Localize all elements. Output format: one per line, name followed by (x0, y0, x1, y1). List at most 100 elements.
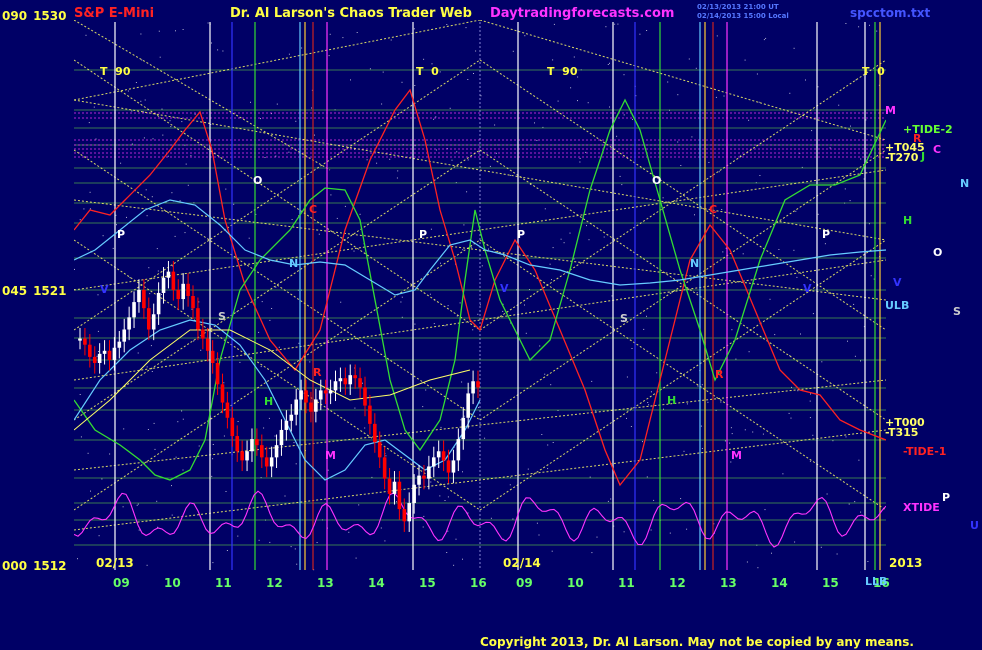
star-dot (129, 277, 131, 279)
star-dot (258, 539, 260, 541)
price-bar-body (220, 384, 225, 403)
star-dot (853, 303, 855, 305)
star-dot (619, 175, 621, 177)
price-bar-body (215, 362, 220, 385)
star-dot (489, 165, 491, 167)
price-bar-body (260, 445, 264, 458)
star-dot (626, 376, 628, 378)
star-dot (288, 151, 290, 153)
star-dot (695, 67, 697, 69)
star-dot (237, 535, 239, 537)
in-chart-label: O (652, 174, 661, 187)
star-dot (653, 499, 655, 501)
star-dot (233, 203, 235, 205)
star-dot (796, 276, 798, 278)
in-chart-label: H (667, 394, 676, 407)
star-dot (340, 301, 342, 303)
star-dot (430, 228, 432, 230)
star-dot (449, 107, 451, 109)
star-dot (495, 152, 497, 154)
star-dot (774, 334, 776, 336)
star-dot (723, 95, 725, 97)
star-dot (284, 495, 286, 497)
star-dot (153, 422, 155, 424)
star-dot (369, 68, 371, 70)
star-dot (269, 319, 271, 321)
star-dot (207, 22, 209, 24)
star-dot (707, 401, 709, 403)
star-dot (296, 563, 298, 565)
price-bar-body (250, 439, 254, 452)
star-dot (89, 191, 91, 193)
star-dot (845, 23, 847, 24)
star-dot (771, 552, 772, 554)
star-dot (812, 313, 814, 315)
star-dot (126, 216, 127, 218)
star-dot (524, 35, 526, 37)
star-dot (98, 535, 100, 537)
star-dot (701, 384, 703, 386)
price-bar-body (186, 283, 190, 296)
star-dot (579, 161, 581, 163)
price-bar-body (318, 390, 323, 400)
price-bar-body (201, 329, 205, 339)
star-dot (623, 74, 625, 76)
star-dot (151, 196, 153, 198)
timestamp-utc: 02/13/2013 21:00 UT (697, 3, 779, 11)
star-dot (146, 215, 148, 217)
hour-label: 11 (215, 576, 232, 590)
star-dot (171, 192, 173, 194)
star-dot (116, 224, 117, 226)
star-dot (447, 530, 449, 532)
star-dot (836, 553, 838, 555)
price-bar-body (245, 451, 249, 461)
top-marker-label: T 0 (862, 65, 885, 78)
star-dot (264, 157, 266, 158)
star-dot (694, 214, 695, 216)
star-dot (463, 224, 465, 226)
hour-label: 13 (720, 576, 737, 590)
star-dot (400, 301, 402, 303)
star-dot (422, 526, 424, 528)
star-dot (577, 100, 578, 102)
star-dot (109, 453, 111, 455)
date-label-day2: 02/14 (503, 556, 541, 570)
star-dot (462, 471, 463, 473)
star-dot (328, 55, 330, 57)
price-bar-body (255, 439, 259, 446)
star-dot (470, 246, 472, 248)
star-dot (596, 536, 598, 538)
price-bar-body (294, 399, 298, 415)
star-dot (527, 468, 529, 470)
hour-label: 14 (771, 576, 788, 590)
price-bar-body (83, 338, 87, 345)
star-dot (588, 239, 590, 241)
star-dot (763, 39, 765, 41)
star-dot (135, 82, 137, 83)
star-dot (138, 529, 140, 531)
price-bar-body (146, 308, 151, 330)
star-dot (800, 333, 801, 335)
price-bar-body (456, 439, 461, 461)
star-dot (174, 235, 176, 237)
in-chart-label: S (218, 310, 226, 323)
star-dot (433, 323, 435, 325)
star-dot (539, 345, 541, 347)
star-dot (212, 458, 214, 460)
star-dot (735, 358, 737, 360)
star-dot (198, 301, 200, 303)
star-dot (759, 175, 761, 176)
in-chart-label: P (117, 228, 125, 241)
star-dot (146, 564, 148, 566)
star-dot (669, 532, 671, 534)
star-dot (444, 325, 446, 327)
star-dot (748, 351, 750, 353)
star-dot (849, 200, 851, 202)
star-dot (301, 47, 303, 49)
y-label-bottom: 000 1512 (2, 559, 66, 573)
star-dot (609, 106, 610, 108)
star-dot (141, 59, 143, 61)
star-dot (869, 24, 870, 26)
star-dot (466, 191, 468, 193)
copyright-notice: Copyright 2013, Dr. Al Larson. May not b… (480, 635, 914, 649)
